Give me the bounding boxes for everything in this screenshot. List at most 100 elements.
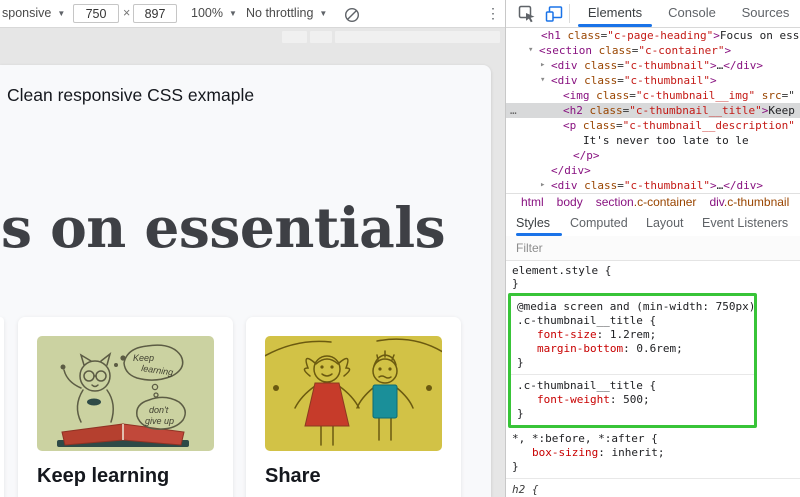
highlight-box: @media screen and (min-width: 750px).c-t… bbox=[508, 293, 757, 428]
twisty-icon[interactable]: ▾ bbox=[528, 43, 533, 58]
partial-card[interactable] bbox=[0, 317, 4, 497]
active-tab-underline bbox=[578, 24, 652, 27]
code-segment: = bbox=[617, 74, 624, 87]
cat-reading-book-image: Keep learning don't give up bbox=[37, 336, 214, 451]
tree-row[interactable]: ▾<div class="c-thumbnail"> bbox=[506, 73, 800, 88]
throttling-select[interactable]: No throttling▼ bbox=[246, 0, 327, 27]
twisty-icon[interactable]: ▸ bbox=[540, 58, 545, 73]
closing-brace: } bbox=[517, 356, 754, 370]
crumb-tag: div bbox=[709, 195, 723, 209]
code-segment: Keep bbox=[768, 104, 795, 117]
css-selector[interactable]: .c-thumbnail__title { bbox=[517, 314, 754, 328]
css-property[interactable]: font-weight: 500; bbox=[517, 393, 754, 407]
tree-row[interactable]: </p> bbox=[506, 148, 800, 163]
toggle-device-toolbar-icon[interactable] bbox=[545, 5, 563, 23]
device-type-select[interactable]: sponsive ▼ bbox=[2, 0, 65, 27]
tree-row[interactable]: ▸<div class="c-thumbnail">…</div> bbox=[506, 178, 800, 193]
code-segment: <h2 bbox=[563, 104, 590, 117]
code-segment: > bbox=[710, 179, 717, 192]
chevron-down-icon: ▼ bbox=[229, 9, 237, 18]
code-segment: class bbox=[583, 119, 616, 132]
property-name: font-weight bbox=[537, 393, 610, 406]
tree-row[interactable]: …<h2 class="c-thumbnail__title">Keep bbox=[506, 103, 800, 118]
styles-pane: element.style {}@media screen and (min-w… bbox=[506, 261, 800, 497]
styles-filter-bar bbox=[506, 236, 800, 261]
viewport-height-input[interactable] bbox=[133, 4, 177, 23]
css-selector[interactable]: element.style { bbox=[512, 264, 800, 277]
tree-row[interactable]: It's never too late to le bbox=[506, 133, 800, 148]
tree-row[interactable]: <h1 class="c-page-heading">Focus on ess bbox=[506, 28, 800, 43]
tab-sources[interactable]: Sources bbox=[730, 0, 800, 26]
crumb-tag: html bbox=[521, 195, 544, 209]
code-segment: class bbox=[584, 74, 617, 87]
tab-event-listeners[interactable]: Event Listeners bbox=[702, 211, 788, 235]
css-selector[interactable]: h2 { bbox=[512, 483, 800, 497]
code-segment: "c-thumbnail" bbox=[624, 74, 710, 87]
code-segment: class bbox=[584, 179, 617, 192]
more-options-icon[interactable]: ⋮ bbox=[486, 0, 500, 27]
code-segment: class bbox=[590, 104, 623, 117]
code-segment: class bbox=[596, 89, 629, 102]
media-query-bar[interactable] bbox=[282, 31, 307, 43]
tab-computed[interactable]: Computed bbox=[570, 211, 628, 235]
code-segment: <img bbox=[563, 89, 596, 102]
code-segment: src bbox=[762, 89, 782, 102]
code-segment bbox=[755, 89, 762, 102]
code-segment: = bbox=[617, 59, 624, 72]
twisty-icon[interactable]: ▾ bbox=[540, 73, 545, 88]
code-segment: "c-page-heading" bbox=[607, 29, 713, 42]
breadcrumb-item-body[interactable]: body bbox=[557, 195, 583, 209]
rotate-viewport-icon[interactable] bbox=[344, 6, 360, 22]
css-property[interactable]: font-size: 1.2rem; bbox=[517, 328, 754, 342]
tab-elements[interactable]: Elements bbox=[578, 0, 652, 26]
code-segment: </p> bbox=[573, 149, 600, 162]
bubble-text: don't bbox=[149, 405, 169, 415]
media-query-bar[interactable] bbox=[310, 31, 332, 43]
code-segment: "c-thumbnail" bbox=[624, 59, 710, 72]
tree-row[interactable]: <p class="c-thumbnail__description" bbox=[506, 118, 800, 133]
card-keep-learning[interactable]: Keep learning don't give up Keep learnin… bbox=[18, 317, 233, 497]
zoom-select[interactable]: 100%▼ bbox=[191, 0, 237, 27]
code-segment: > bbox=[710, 59, 717, 72]
card-share[interactable]: Share bbox=[246, 317, 461, 497]
devtools-panel: ElementsConsoleSourcesN <h1 class="c-pag… bbox=[505, 0, 800, 497]
device-type-label: sponsive bbox=[2, 6, 51, 20]
tab-styles[interactable]: Styles bbox=[516, 211, 550, 235]
tree-row[interactable]: </div> bbox=[506, 163, 800, 178]
media-query-bar[interactable] bbox=[335, 31, 500, 43]
css-rule: @media screen and (min-width: 750px).c-t… bbox=[511, 296, 754, 374]
code-segment: "c-thumbnail__title" bbox=[629, 104, 761, 117]
code-segment: <section bbox=[539, 44, 599, 57]
css-property[interactable]: box-sizing: inherit; bbox=[512, 446, 800, 460]
styles-filter-input[interactable] bbox=[514, 240, 788, 256]
code-segment: > bbox=[713, 29, 720, 42]
tree-row[interactable]: <img class="c-thumbnail__img" src=" bbox=[506, 88, 800, 103]
code-segment: class bbox=[599, 44, 632, 57]
site-title[interactable]: Clean responsive CSS exmaple bbox=[7, 85, 254, 106]
code-segment: = bbox=[629, 89, 636, 102]
toolbar-divider bbox=[569, 4, 570, 23]
breadcrumb-item-div[interactable]: div.c-thumbnail bbox=[709, 195, 789, 209]
breadcrumb: html body section.c-container div.c-thumbna… bbox=[506, 193, 800, 210]
code-segment: class bbox=[568, 29, 601, 42]
chevron-down-icon: ▼ bbox=[57, 9, 65, 18]
code-segment: > bbox=[724, 44, 731, 57]
breadcrumb-item-html[interactable]: html bbox=[521, 195, 544, 209]
tree-row[interactable]: ▸<div class="c-thumbnail">…</div> bbox=[506, 58, 800, 73]
css-selector[interactable]: *, *:before, *:after { bbox=[512, 432, 800, 446]
browser-window: sponsive▼ × 100%▼ No throttling▼ ⋮ bbox=[0, 0, 800, 497]
twisty-icon[interactable]: ▸ bbox=[540, 178, 545, 193]
css-property[interactable]: margin-bottom: 0.6rem; bbox=[517, 342, 754, 356]
crumb-class: .c-container bbox=[634, 195, 697, 209]
tab-layout[interactable]: Layout bbox=[646, 211, 684, 235]
device-emulation-area: sponsive▼ × 100%▼ No throttling▼ ⋮ bbox=[0, 0, 505, 497]
tab-n[interactable]: N bbox=[795, 0, 800, 26]
code-segment: "c-thumbnail__img" bbox=[636, 89, 755, 102]
tab-console[interactable]: Console bbox=[658, 0, 726, 26]
breadcrumb-item-section[interactable]: section.c-container bbox=[596, 195, 697, 209]
css-selector[interactable]: .c-thumbnail__title { bbox=[517, 379, 754, 393]
tree-row[interactable]: ▾<section class="c-container"> bbox=[506, 43, 800, 58]
media-query[interactable]: @media screen and (min-width: 750px) bbox=[517, 300, 754, 314]
inspect-element-icon[interactable] bbox=[518, 5, 536, 23]
viewport-width-input[interactable] bbox=[73, 4, 119, 23]
